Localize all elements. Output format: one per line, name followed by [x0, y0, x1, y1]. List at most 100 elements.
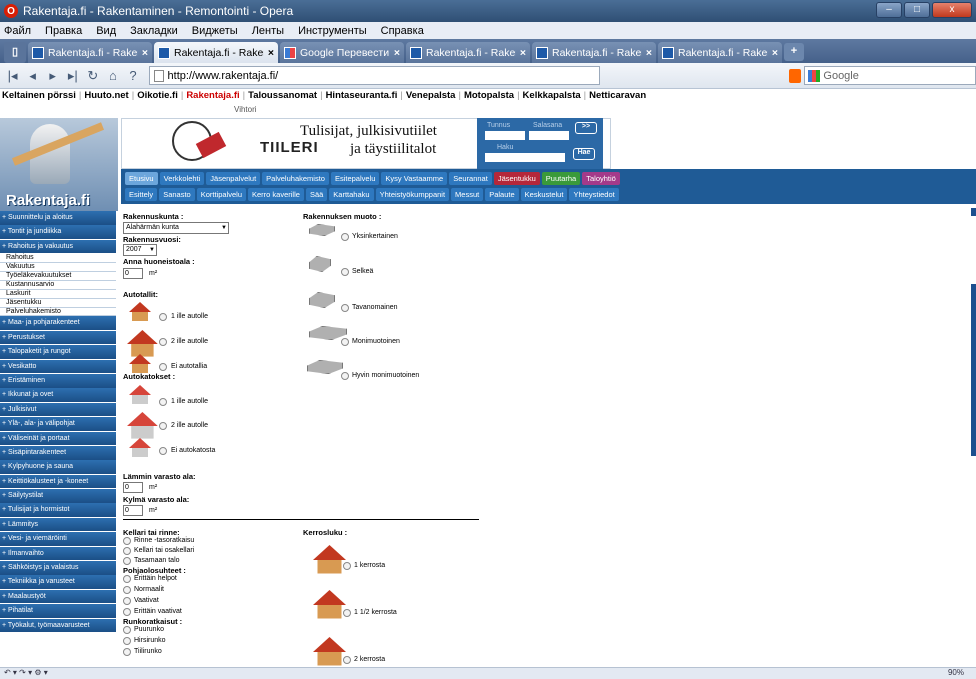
menu-file[interactable]: Файл [4, 25, 31, 37]
sidebar-subitem[interactable]: Kustannusarvio [0, 281, 116, 290]
lammin-input[interactable]: 0 [123, 482, 143, 493]
menu-view[interactable]: Вид [96, 25, 116, 37]
security-icon[interactable]: ? [124, 66, 141, 86]
zoom-level[interactable]: 90% [948, 668, 964, 677]
tab-3[interactable]: Rakentaja.fi - Rakenta... × [406, 42, 530, 63]
kellari-radio-3[interactable] [123, 557, 131, 565]
menu-help[interactable]: Справка [381, 25, 424, 37]
tab-close-icon[interactable]: × [394, 47, 400, 59]
username-input[interactable] [485, 131, 525, 140]
sub-nav-item[interactable]: Korttipalvelu [196, 188, 246, 201]
sidebar-item[interactable]: + Perustukset [0, 330, 116, 345]
address-bar[interactable]: http://www.rakentaja.fi/ [148, 66, 601, 85]
search-field[interactable]: Google [804, 66, 976, 85]
home-icon[interactable]: ⌂ [104, 66, 121, 86]
tab-close-icon[interactable]: × [268, 47, 274, 59]
kellari-radio-1[interactable] [123, 537, 131, 545]
kunta-select[interactable]: Alahärmän kunta [123, 222, 229, 234]
site-search-input[interactable] [485, 153, 565, 162]
runko-radio-1[interactable] [123, 626, 131, 634]
sidebar-subitem[interactable]: Palveluhakemisto [0, 308, 116, 317]
sidebar-subitem[interactable]: Rahoitus [0, 254, 116, 264]
sidebar-item[interactable]: + Vesikatto [0, 359, 116, 374]
pohja-radio-4[interactable] [123, 608, 131, 616]
menu-feeds[interactable]: Ленты [252, 25, 284, 37]
site-search-button[interactable]: Hae [573, 148, 595, 160]
kylma-input[interactable]: 0 [123, 505, 143, 516]
kerros-radio-1[interactable] [343, 562, 351, 570]
kellari-radio-2[interactable] [123, 547, 131, 555]
muoto-radio-1[interactable] [341, 233, 349, 241]
muoto-radio-5[interactable] [341, 372, 349, 380]
main-nav-item[interactable]: Seurannat [449, 172, 492, 185]
main-nav-item[interactable]: Puutarha [541, 172, 581, 185]
sidebar-item[interactable]: + Maalaustyöt [0, 589, 116, 604]
sub-nav-item[interactable]: Kerro kaverille [248, 188, 304, 201]
sidebar-item[interactable]: + Suunnittelu ja aloitus [0, 211, 116, 225]
sub-nav-item[interactable]: Yhteystiedot [569, 188, 619, 201]
main-nav-item[interactable]: Taloyhtiö [582, 172, 620, 185]
tab-close-icon[interactable]: × [142, 47, 148, 59]
kerros-radio-3[interactable] [343, 656, 351, 664]
sidebar-subitem[interactable]: Jäsentukku [0, 299, 116, 308]
sub-nav-item[interactable]: Esittely [125, 188, 158, 201]
site-link[interactable]: Taloussanomat [248, 90, 317, 101]
minimize-button[interactable]: – [876, 2, 902, 18]
main-nav-item[interactable]: Esitepalvelu [330, 172, 380, 185]
main-nav-item[interactable]: Verkkolehti [159, 172, 205, 185]
sidebar-subitem[interactable]: Vakuutus [0, 263, 116, 272]
sidebar-item[interactable]: + Kylpyhuone ja sauna [0, 460, 116, 474]
status-controls[interactable]: ↶ ▾ ↷ ▾ ⚙ ▾ [4, 668, 48, 677]
sidebar-item[interactable]: + Säilytystilat [0, 489, 116, 503]
menu-bookmarks[interactable]: Закладки [130, 25, 178, 37]
menu-widgets[interactable]: Виджеты [192, 25, 238, 37]
muoto-radio-3[interactable] [341, 304, 349, 312]
autotalli-radio-3[interactable] [159, 363, 167, 371]
sub-nav-item[interactable]: Messut [451, 188, 484, 201]
sub-nav-item[interactable]: Palaute [485, 188, 519, 201]
back-icon[interactable]: ◂ [24, 66, 41, 86]
site-link[interactable]: Kelkkapalsta [523, 90, 581, 101]
site-link[interactable]: Motopalsta [464, 90, 514, 101]
maximize-button[interactable]: □ [904, 2, 930, 18]
muoto-radio-2[interactable] [341, 268, 349, 276]
forward-icon[interactable]: ▸ [44, 66, 61, 86]
vuosi-select[interactable]: 2007 [123, 244, 157, 256]
sidebar-item[interactable]: + Rahoitus ja vakuutus [0, 239, 116, 254]
site-link[interactable]: Keltainen pörssi [2, 90, 76, 101]
tab-2[interactable]: Google Перевести × [280, 42, 404, 63]
sub-nav-item[interactable]: Karttahaku [329, 188, 374, 201]
sidebar-item[interactable]: + Julkisivut [0, 402, 116, 417]
sidebar-item[interactable]: + Ilmanvaihto [0, 546, 116, 561]
kerros-radio-2[interactable] [343, 609, 351, 617]
main-nav-item[interactable]: Jäsenpalvelut [206, 172, 261, 185]
menu-tools[interactable]: Инструменты [298, 25, 367, 37]
pohja-radio-2[interactable] [123, 586, 131, 594]
site-link[interactable]: Hintaseuranta.fi [326, 90, 398, 101]
side-ad-strip[interactable] [971, 208, 976, 216]
sub-nav-item[interactable]: Sanasto [159, 188, 195, 201]
sub-nav-item[interactable]: Sää [305, 188, 328, 201]
sidebar-item[interactable]: + Väliseinät ja portaat [0, 431, 116, 446]
password-input[interactable] [529, 131, 569, 140]
login-button[interactable]: >> [575, 122, 597, 134]
runko-radio-3[interactable] [123, 648, 131, 656]
menu-edit[interactable]: Правка [45, 25, 82, 37]
main-nav-item[interactable]: Jäsentukku [493, 172, 540, 185]
panel-toggle-button[interactable]: ▯ [4, 42, 26, 63]
autokatos-radio-1[interactable] [159, 398, 167, 406]
site-link[interactable]: Venepalsta [406, 90, 456, 101]
sub-nav-item[interactable]: Keskustelut [520, 188, 568, 201]
pohja-radio-1[interactable] [123, 575, 131, 583]
muoto-radio-4[interactable] [341, 338, 349, 346]
sidebar-item[interactable]: + Talopaketit ja rungot [0, 345, 116, 359]
site-link[interactable]: Netticaravan [589, 90, 646, 101]
sidebar-item[interactable]: + Lämmitys [0, 517, 116, 532]
sidebar-item[interactable]: + Tontit ja jundiikka [0, 225, 116, 239]
rewind-icon[interactable]: |◂ [4, 66, 21, 86]
tab-0[interactable]: Rakentaja.fi - Rakenta... × [28, 42, 152, 63]
tab-1[interactable]: Rakentaja.fi - Rakenta... × [154, 42, 278, 63]
autokatos-radio-3[interactable] [159, 447, 167, 455]
new-tab-button[interactable]: + [784, 43, 804, 61]
sidebar-item[interactable]: + Tulisijat ja hormistot [0, 503, 116, 518]
